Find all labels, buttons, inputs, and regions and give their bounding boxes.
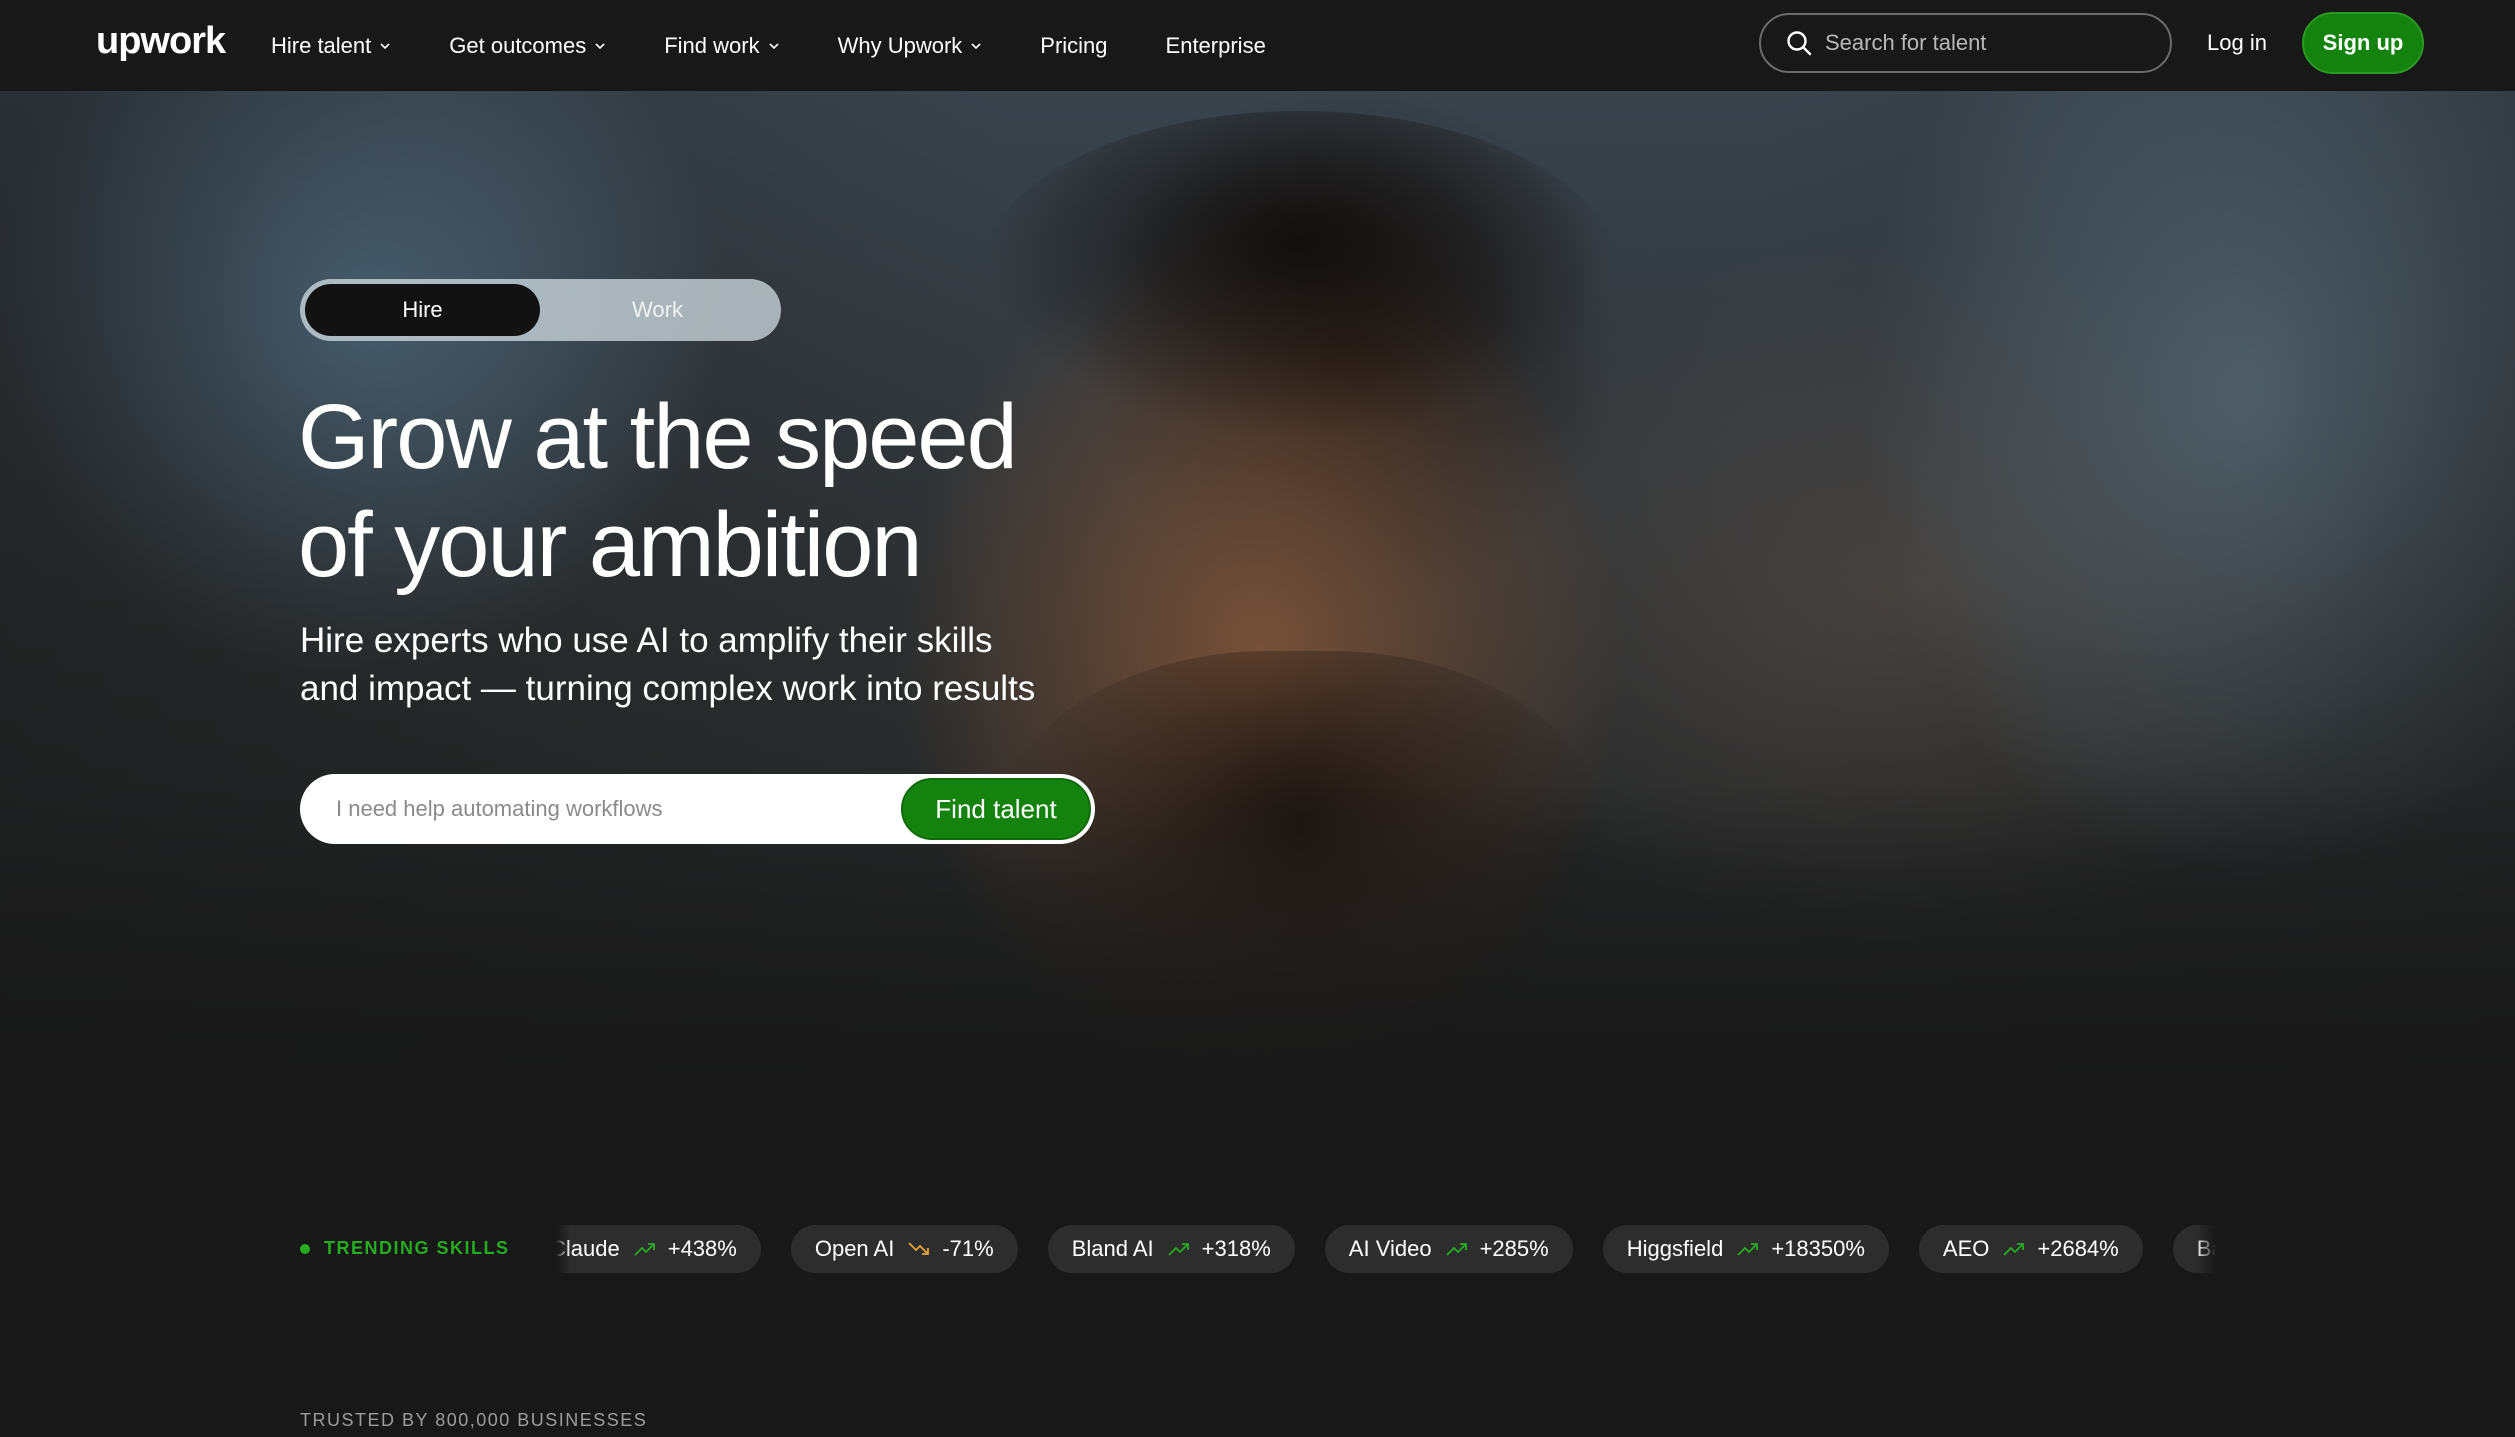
skill-name: Open AI: [814, 1236, 895, 1261]
nav-link-label: Hire talent: [271, 32, 372, 58]
trending-chip[interactable]: Base44: [2172, 1225, 2216, 1273]
nav-hire-talent[interactable]: Hire talent: [271, 33, 391, 59]
nav-links: Hire talent Get outcomes Find work Why U…: [271, 0, 1324, 91]
trend-up-icon: [1737, 1243, 1759, 1256]
chevron-down-icon: [595, 42, 605, 49]
status-dot-icon: [300, 1243, 310, 1254]
trend-up-icon: [2003, 1243, 2025, 1256]
headline-line-1: Grow at the speed: [298, 386, 1018, 488]
chevron-down-icon: [380, 42, 390, 49]
trending-skills-label: TRENDING SKILLS: [300, 1238, 510, 1259]
hero-headline: Grow at the speed of your ambition: [298, 383, 1198, 599]
skill-change: +285%: [1479, 1236, 1549, 1261]
trending-chip[interactable]: Open AI -71%: [790, 1225, 1018, 1273]
skill-change: +18350%: [1771, 1236, 1865, 1261]
skill-change: +438%: [667, 1236, 737, 1261]
skill-name: Claude: [556, 1236, 620, 1261]
trusted-by-text: TRUSTED BY 800,000 BUSINESSES: [300, 1410, 648, 1430]
toggle-work[interactable]: Work: [540, 284, 775, 336]
trend-up-icon: [634, 1243, 655, 1256]
login-link[interactable]: Log in: [2207, 30, 2267, 56]
chevron-down-icon: [769, 42, 779, 49]
hero-search-input[interactable]: [336, 796, 876, 822]
trending-label-text: TRENDING SKILLS: [324, 1238, 510, 1258]
search-icon: [1787, 31, 1812, 56]
signup-button[interactable]: Sign up: [2302, 12, 2424, 74]
trend-down-icon: [908, 1242, 930, 1255]
trend-up-icon: [1445, 1243, 1467, 1256]
trending-chip[interactable]: Claude +438%: [556, 1225, 761, 1273]
nav-why-upwork[interactable]: Why Upwork: [838, 33, 983, 59]
trending-chip[interactable]: Bland AI +318%: [1047, 1225, 1295, 1273]
talent-search-box[interactable]: [1759, 13, 2172, 73]
trending-skills-carousel: Claude +438% Open AI -71% Bland AI +318%…: [556, 1225, 2216, 1275]
top-navbar: upwork Hire talent Get outcomes Find wor…: [0, 0, 2515, 91]
hero-search-bar: Find talent: [300, 774, 1095, 844]
nav-link-label: Why Upwork: [837, 32, 963, 58]
trend-up-icon: [1168, 1243, 1189, 1256]
toggle-hire[interactable]: Hire: [305, 284, 540, 336]
skill-change: -71%: [942, 1236, 994, 1261]
trending-chip[interactable]: AEO +2684%: [1918, 1225, 2143, 1273]
nav-pricing[interactable]: Pricing: [1040, 33, 1107, 59]
trending-chip-list: Claude +438% Open AI -71% Bland AI +318%…: [556, 1225, 2216, 1273]
chevron-down-icon: [971, 42, 981, 49]
nav-link-label: Find work: [664, 32, 760, 58]
page: upwork Hire talent Get outcomes Find wor…: [0, 0, 2515, 1437]
skill-name: Bland AI: [1071, 1236, 1154, 1261]
find-talent-button[interactable]: Find talent: [901, 778, 1091, 840]
skill-name: AEO: [1942, 1236, 1990, 1261]
nav-link-label: Enterprise: [1165, 32, 1266, 58]
hire-work-toggle: Hire Work: [300, 279, 781, 341]
nav-link-label: Get outcomes: [449, 32, 587, 58]
nav-find-work[interactable]: Find work: [664, 33, 779, 59]
trending-chip[interactable]: Higgsfield +18350%: [1602, 1225, 1889, 1273]
subhead-line-1: Hire experts who use AI to amplify their…: [300, 621, 993, 660]
nav-enterprise[interactable]: Enterprise: [1166, 33, 1266, 59]
skill-name: AI Video: [1348, 1236, 1432, 1261]
skill-name: Base44: [2196, 1236, 2216, 1261]
skill-change: +318%: [1201, 1236, 1271, 1261]
headline-line-2: of your ambition: [298, 494, 923, 596]
nav-link-label: Pricing: [1040, 32, 1108, 58]
skill-name: Higgsfield: [1626, 1236, 1724, 1261]
trending-chip[interactable]: AI Video +285%: [1324, 1225, 1573, 1273]
upwork-logo[interactable]: upwork: [96, 20, 226, 63]
skill-change: +2684%: [2037, 1236, 2119, 1261]
subhead-line-2: and impact — turning complex work into r…: [300, 669, 1036, 708]
hero-subheading: Hire experts who use AI to amplify their…: [300, 617, 1160, 713]
nav-get-outcomes[interactable]: Get outcomes: [449, 33, 606, 59]
talent-search-input[interactable]: [1825, 30, 2155, 56]
hero-bottom-fade: [0, 781, 2515, 1201]
